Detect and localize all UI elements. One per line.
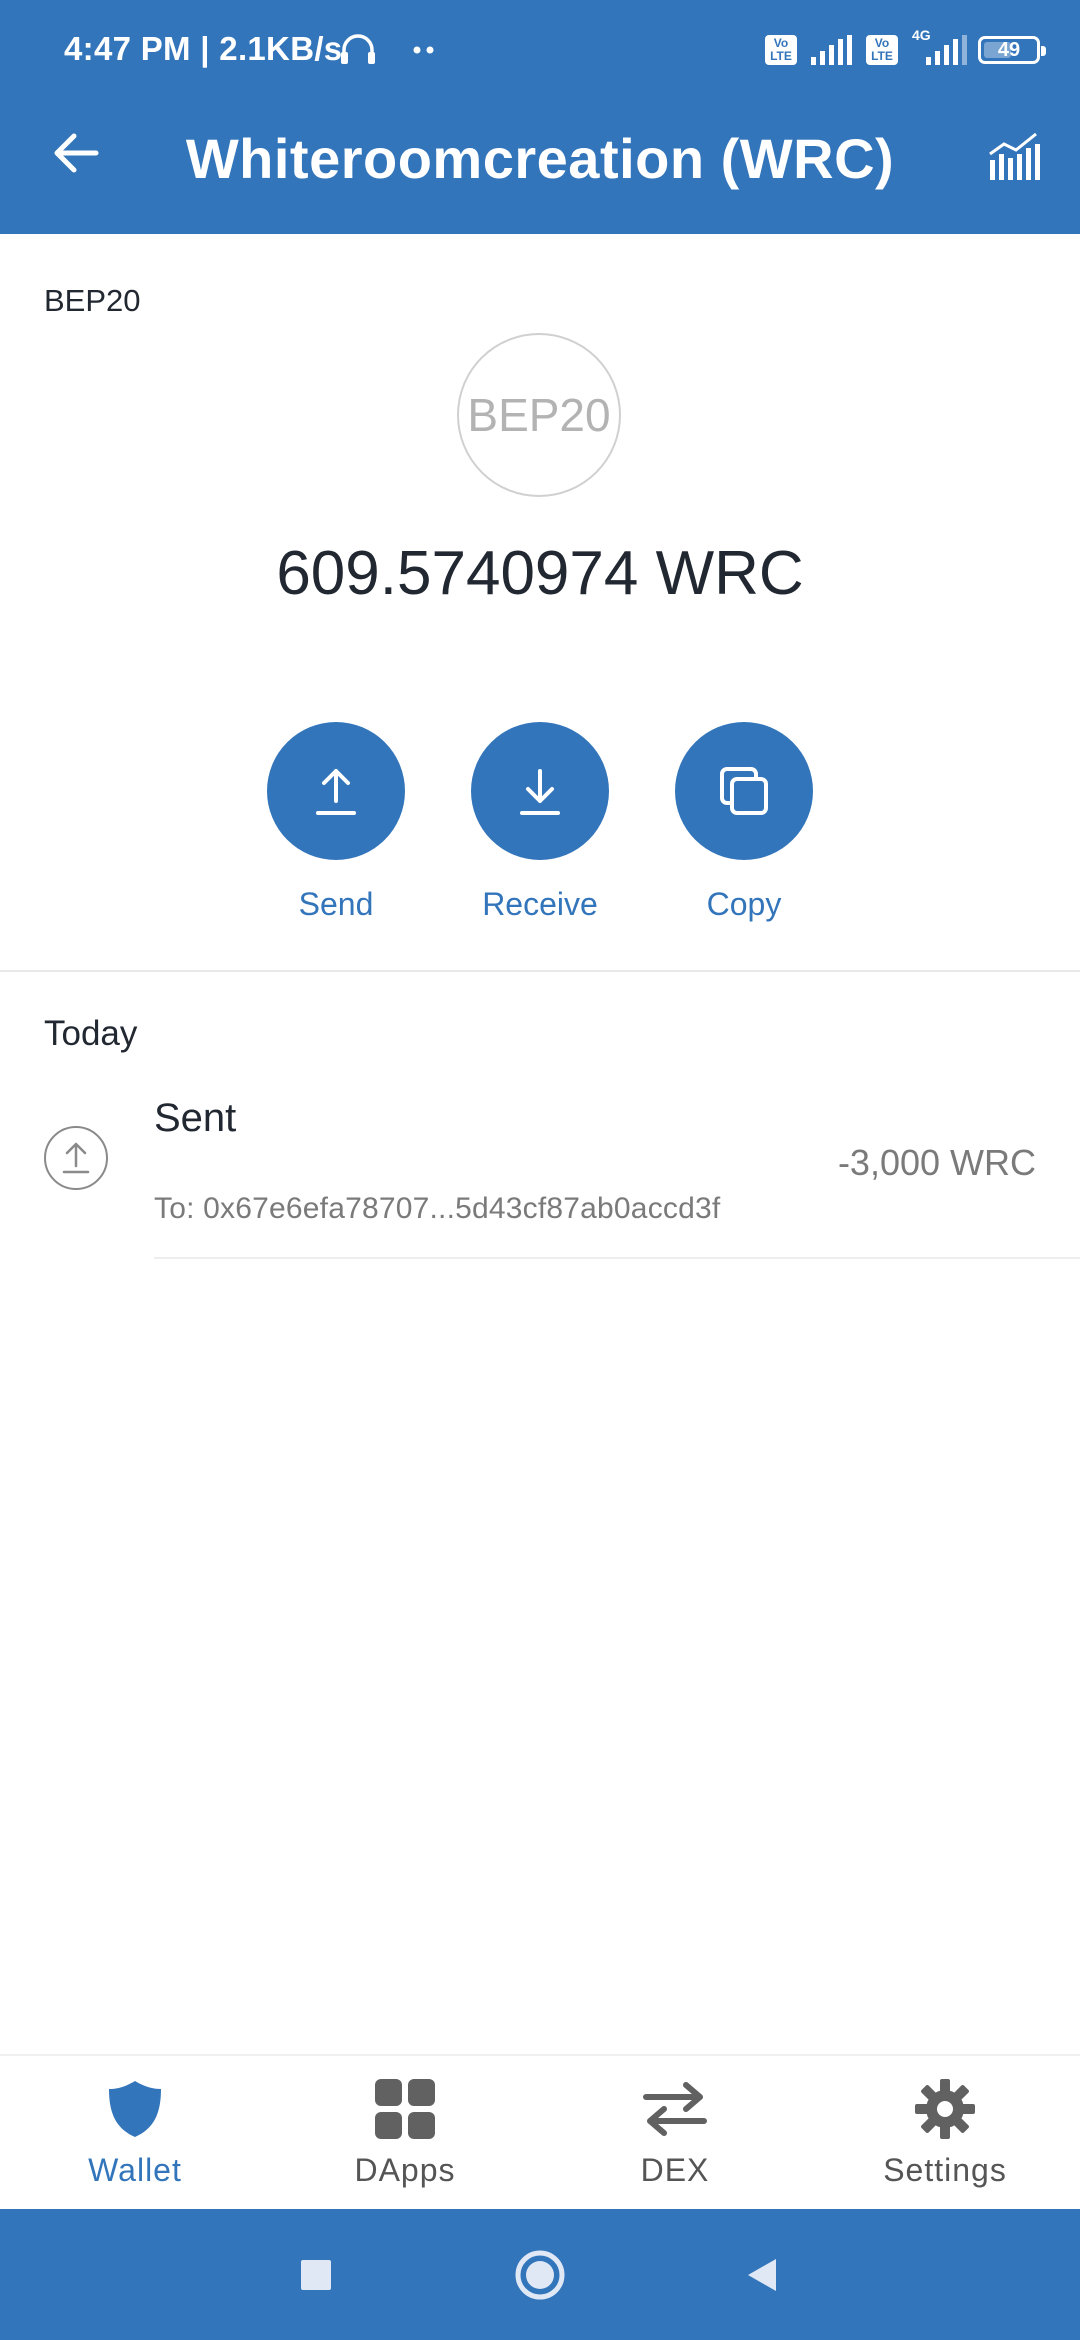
battery-level: 49 bbox=[997, 38, 1021, 61]
token-logo: BEP20 bbox=[457, 333, 621, 497]
download-arrow-icon bbox=[520, 769, 560, 815]
tab-dapps-label: DApps bbox=[354, 2152, 456, 2188]
copy-label: Copy bbox=[706, 886, 782, 922]
send-circle[interactable] bbox=[267, 722, 405, 860]
shield-icon bbox=[109, 2081, 161, 2137]
status-time: 4:47 PM | 2.1KB/s bbox=[64, 30, 343, 67]
page-title: Whiteroomcreation (WRC) bbox=[185, 127, 895, 190]
row-divider bbox=[154, 1257, 1080, 1259]
system-back-button[interactable] bbox=[734, 2247, 790, 2303]
home-button[interactable] bbox=[512, 2247, 568, 2303]
headset-icon bbox=[341, 34, 375, 64]
sent-transaction-icon bbox=[44, 1126, 108, 1190]
transactions-date-header: Today bbox=[44, 1014, 138, 1053]
square-icon bbox=[301, 2260, 331, 2290]
send-label: Send bbox=[298, 886, 374, 922]
transaction-recipient: To: 0x67e6efa78707...5d43cf87ab0accd3f bbox=[154, 1192, 721, 1225]
receive-circle[interactable] bbox=[471, 722, 609, 860]
tab-wallet[interactable]: Wallet bbox=[0, 2076, 270, 2189]
receive-label: Receive bbox=[482, 886, 598, 922]
recents-button[interactable] bbox=[288, 2247, 344, 2303]
more-dots-icon bbox=[413, 46, 434, 54]
battery-icon: 49 bbox=[978, 36, 1046, 64]
upload-arrow-icon bbox=[316, 769, 356, 815]
transaction-amount: -3,000 WRC bbox=[837, 1142, 1036, 1183]
grid-icon bbox=[375, 2079, 435, 2139]
token-balance: 609.5740974 WRC bbox=[276, 539, 804, 608]
transaction-row[interactable]: Sent To: 0x67e6efa78707...5d43cf87ab0acc… bbox=[0, 1080, 1080, 1260]
receive-button[interactable]: Receive bbox=[465, 722, 615, 923]
volte-badge: Vo LTE bbox=[765, 35, 797, 65]
status-bar: 4:47 PM | 2.1KB/s Vo LTE Vo LTE 4G 49 bbox=[0, 0, 1080, 100]
tab-settings-label: Settings bbox=[883, 2152, 1007, 2188]
signal-4g-icon: 4G bbox=[912, 27, 967, 65]
signal-strength-icon bbox=[811, 35, 852, 65]
token-logo-text: BEP20 bbox=[467, 389, 611, 441]
system-navigation-bar bbox=[0, 2209, 1080, 2340]
swap-arrows-icon bbox=[643, 2082, 707, 2136]
copy-button[interactable]: Copy bbox=[669, 722, 819, 923]
bottom-tab-bar: Wallet DApps DEX Settings bbox=[0, 2054, 1080, 2211]
tab-dex[interactable]: DEX bbox=[540, 2076, 810, 2189]
send-button[interactable]: Send bbox=[261, 722, 411, 923]
network-label: BEP20 bbox=[44, 283, 141, 318]
chart-icon bbox=[989, 132, 1040, 180]
copy-icon bbox=[720, 767, 768, 815]
volte-badge-2: Vo LTE bbox=[866, 35, 898, 65]
tab-wallet-label: Wallet bbox=[88, 2152, 182, 2188]
app-header: 4:47 PM | 2.1KB/s Vo LTE Vo LTE 4G 49 Wh… bbox=[0, 0, 1080, 234]
triangle-back-icon bbox=[748, 2259, 776, 2291]
status-indicators: Vo LTE Vo LTE 4G 49 bbox=[765, 27, 1046, 72]
section-divider bbox=[0, 970, 1080, 972]
price-chart-button[interactable] bbox=[984, 124, 1044, 184]
tab-dex-label: DEX bbox=[640, 2152, 710, 2188]
home-circle-icon bbox=[515, 2250, 565, 2300]
gear-icon bbox=[915, 2079, 975, 2139]
tab-settings[interactable]: Settings bbox=[810, 2076, 1080, 2189]
tab-dapps[interactable]: DApps bbox=[270, 2076, 540, 2189]
copy-circle[interactable] bbox=[675, 722, 813, 860]
transaction-type: Sent bbox=[154, 1096, 237, 1140]
